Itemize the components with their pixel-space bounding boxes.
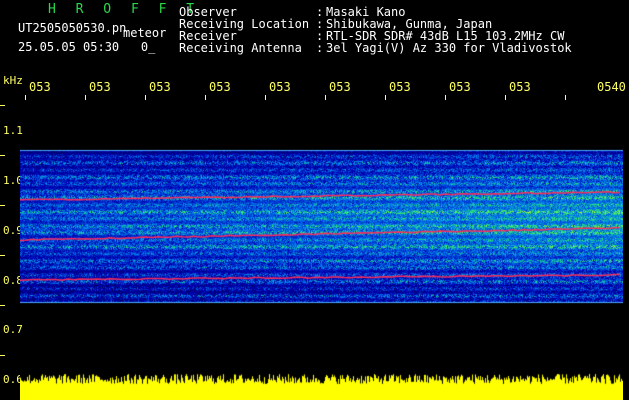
frequency-tick-mark (0, 305, 5, 306)
time-tick-mark (385, 95, 386, 100)
time-tick-mark (85, 95, 86, 100)
time-tick-mark (25, 95, 26, 100)
meta-label-antenna: Receiving Antenna (179, 41, 302, 55)
spectrogram-plot (20, 140, 623, 308)
capture-timestamp: 25.05.05 05:30 0_ (18, 40, 155, 54)
app-brand: H R O F F T (48, 2, 201, 17)
time-tick-label: 053 (29, 80, 51, 94)
time-tick-label: 053 (89, 80, 111, 94)
hrofft-display: H R O F F T UT2505050530.pn meteor 25.05… (0, 0, 629, 400)
frequency-tick-mark (0, 255, 5, 256)
time-tick-label: 053 (389, 80, 411, 94)
time-tick-mark (265, 95, 266, 100)
time-tick-label: 053 (269, 80, 291, 94)
time-tick-label: 053 (449, 80, 471, 94)
time-tick-label: 053 (329, 80, 351, 94)
time-tick-label: 0540 (597, 80, 626, 94)
time-tick-mark (565, 95, 566, 100)
frequency-tick-mark (0, 355, 5, 356)
meta-colon: : (316, 41, 324, 55)
frequency-unit-label: kHz (3, 74, 23, 87)
frequency-tick-label: 0.7 (3, 323, 23, 336)
signal-power-trace (20, 372, 623, 400)
time-tick-mark (505, 95, 506, 100)
event-type-label: meteor (123, 26, 167, 40)
time-tick-label: 053 (209, 80, 231, 94)
frequency-tick-mark (0, 205, 5, 206)
frequency-tick-mark (0, 105, 5, 106)
time-tick-label: 053 (509, 80, 531, 94)
capture-suffix: 0_ (140, 40, 156, 54)
time-tick-mark (145, 95, 146, 100)
meta-value-antenna: 3el Yagi(V) Az 330 for Vladivostok (326, 41, 572, 55)
time-tick-mark (205, 95, 206, 100)
time-tick-mark (445, 95, 446, 100)
capture-datetime: 25.05.05 05:30 (18, 40, 120, 54)
frequency-tick-mark (0, 155, 5, 156)
time-tick-mark (325, 95, 326, 100)
image-filename: UT2505050530.pn (18, 21, 127, 35)
time-tick-label: 053 (149, 80, 171, 94)
frequency-tick-label: 1.1 (3, 124, 23, 137)
